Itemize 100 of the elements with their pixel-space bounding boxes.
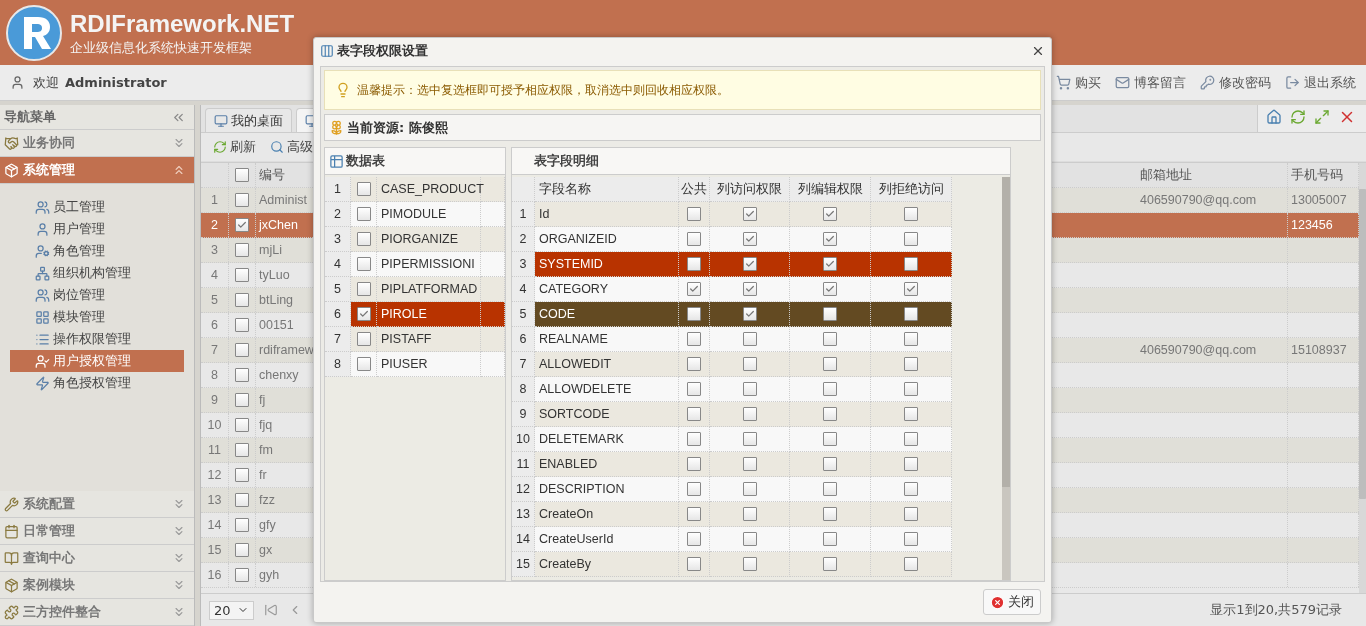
checkbox[interactable] [742,307,757,321]
nav-item[interactable]: 角色授权管理 [10,372,184,394]
checkbox[interactable] [356,232,371,246]
checkbox[interactable] [235,443,249,457]
checkbox[interactable] [742,357,757,371]
nav-item[interactable]: 员工管理 [10,196,184,218]
checkbox[interactable] [823,257,837,271]
toolbar-button[interactable]: 刷新 [209,136,260,158]
accordion-header[interactable]: 日常管理 [0,518,194,545]
checkbox[interactable] [235,293,249,307]
checkbox[interactable] [823,482,837,496]
checkbox[interactable] [823,432,837,446]
checkbox[interactable] [904,257,918,271]
checkbox[interactable] [235,193,249,207]
checkbox[interactable] [742,232,757,246]
checkbox[interactable] [742,382,757,396]
page-size-select[interactable]: 20 [209,600,254,620]
table-row[interactable]: 1 Id [512,202,952,227]
checkbox[interactable] [904,357,918,371]
checkbox[interactable] [687,307,701,321]
nav-item[interactable]: 用户授权管理 [10,350,184,372]
table-row[interactable]: 3 PIORGANIZE [325,227,505,252]
checkbox[interactable] [904,307,918,321]
checkbox[interactable] [687,407,701,421]
nav-item[interactable]: 组织机构管理 [10,262,184,284]
checkbox[interactable] [823,232,837,246]
checkbox[interactable] [687,557,701,571]
checkbox[interactable] [904,432,918,446]
table-row[interactable]: 13 CreateOn [512,502,952,527]
first-page-icon[interactable] [263,603,278,617]
checkbox[interactable] [742,332,757,346]
checkbox[interactable] [687,432,701,446]
checkbox[interactable] [356,332,371,346]
checkbox[interactable] [904,332,918,346]
checkbox[interactable] [356,207,371,221]
checkbox[interactable] [823,282,837,296]
checkbox[interactable] [823,557,837,571]
checkbox[interactable] [904,382,918,396]
checkbox[interactable] [687,207,701,221]
checkbox[interactable] [823,357,837,371]
checkbox[interactable] [742,257,757,271]
checkbox[interactable] [235,418,249,432]
table-row[interactable]: 14 CreateUserId [512,527,952,552]
checkbox[interactable] [904,532,918,546]
checkbox[interactable] [742,532,757,546]
checkbox[interactable] [235,568,249,582]
checkbox[interactable] [235,493,249,507]
scrollbar[interactable] [1002,177,1010,580]
checkbox[interactable] [904,282,918,296]
checkbox[interactable] [904,507,918,521]
checkbox[interactable] [687,382,701,396]
table-row[interactable]: 9 SORTCODE [512,402,952,427]
header-link[interactable]: 购买 [1056,73,1101,92]
checkbox[interactable] [235,543,249,557]
checkbox[interactable] [823,407,837,421]
checkbox[interactable] [823,307,837,321]
header-link[interactable]: 修改密码 [1200,73,1271,92]
table-row[interactable]: 8 PIUSER [325,352,505,377]
table-row[interactable]: 4 CATEGORY [512,277,952,302]
checkbox[interactable] [904,207,918,221]
tab[interactable]: 我的桌面 [205,108,292,132]
nav-item[interactable]: 操作权限管理 [10,328,184,350]
checkbox[interactable] [904,482,918,496]
checkbox[interactable] [687,332,701,346]
table-row[interactable]: 12 DESCRIPTION [512,477,952,502]
nav-item[interactable]: 模块管理 [10,306,184,328]
toolbar-button[interactable]: 高级 [266,136,317,158]
checkbox[interactable] [356,182,371,196]
accordion-header[interactable]: 案例模块 [0,572,194,599]
table-row[interactable]: 5 CODE [512,302,952,327]
checkbox[interactable] [235,168,249,182]
checkbox[interactable] [235,268,249,282]
table-row[interactable]: 6 REALNAME [512,327,952,352]
accordion-header[interactable]: 业务协同 [0,130,194,157]
close-icon[interactable] [1031,44,1045,58]
checkbox[interactable] [687,507,701,521]
checkbox[interactable] [235,243,249,257]
checkbox[interactable] [356,257,371,271]
checkbox[interactable] [823,457,837,471]
checkbox[interactable] [235,518,249,532]
checkbox[interactable] [742,432,757,446]
checkbox[interactable] [742,282,757,296]
checkbox[interactable] [356,307,371,321]
checkbox[interactable] [687,457,701,471]
table-row[interactable]: 10 DELETEMARK [512,427,952,452]
checkbox[interactable] [823,332,837,346]
table-row[interactable]: 8 ALLOWDELETE [512,377,952,402]
checkbox[interactable] [687,357,701,371]
checkbox[interactable] [823,382,837,396]
accordion-header[interactable]: 系统配置 [0,491,194,518]
checkbox[interactable] [235,218,249,232]
table-row[interactable]: 6 PIROLE [325,302,505,327]
checkbox[interactable] [235,343,249,357]
table-row[interactable]: 3 SYSTEMID [512,252,952,277]
accordion-header[interactable]: 系统管理 [0,157,194,184]
table-row[interactable]: 2 PIMODULE [325,202,505,227]
table-row[interactable]: 15 CreateBy [512,552,952,577]
table-row[interactable]: 7 ALLOWEDIT [512,352,952,377]
table-row[interactable]: 7 PISTAFF [325,327,505,352]
fullscreen-icon[interactable] [1314,108,1330,125]
